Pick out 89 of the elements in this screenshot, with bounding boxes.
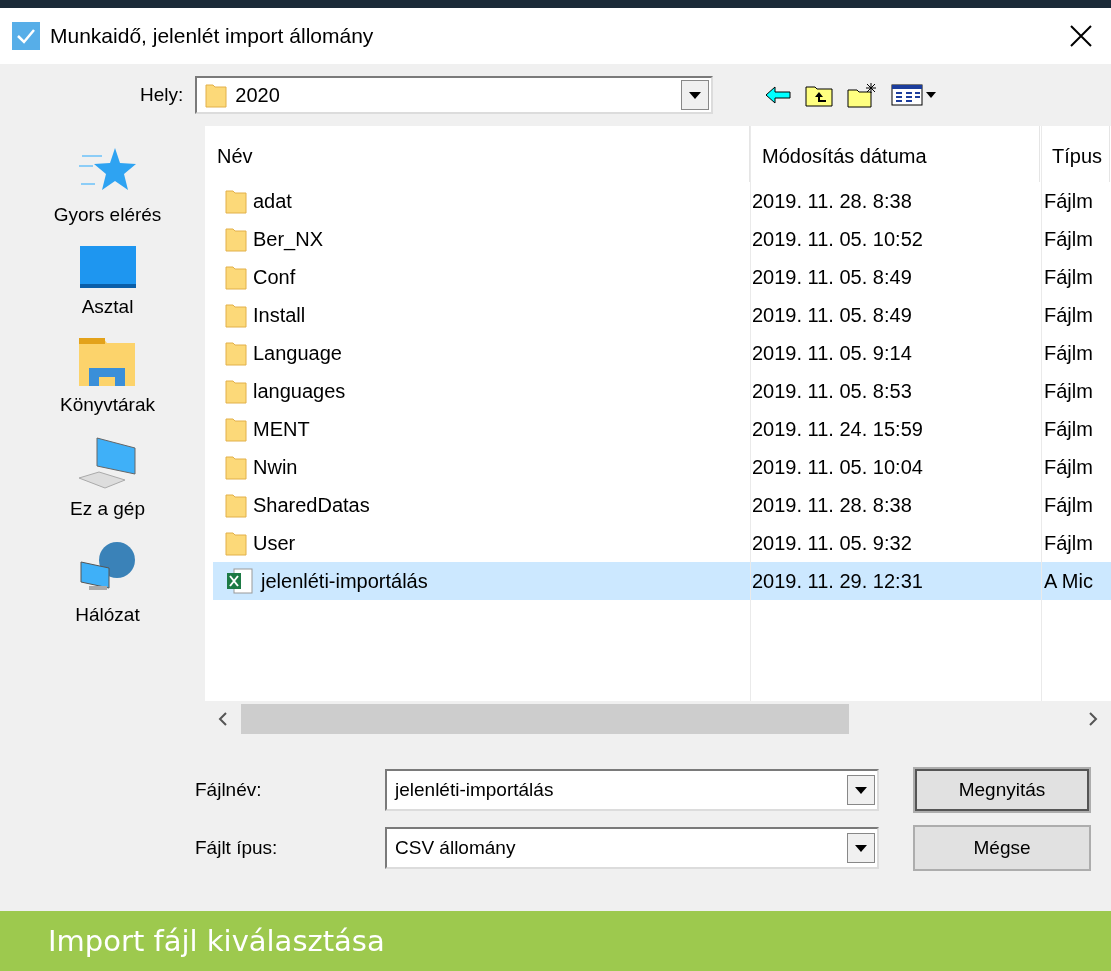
spreadsheet-file-icon [225,567,255,595]
folder-icon [225,530,247,556]
dropdown-arrow-icon [855,844,867,852]
desktop-icon [79,246,136,288]
dropdown-arrow-icon [855,786,867,794]
column-header[interactable]: Név [205,126,750,182]
file-name: User [253,531,296,555]
file-type: Fájlm [1043,227,1094,251]
sidebar-item[interactable]: Hálózat [75,540,140,626]
file-date: 2019. 11. 05. 9:32 [751,531,913,555]
file-type: Fájlm [1043,303,1094,327]
location-dropdown[interactable]: 2020 [195,76,714,114]
up-folder-icon[interactable] [805,83,834,107]
sidebar-item[interactable]: Gyors elérés [53,146,162,226]
file-date: 2019. 11. 05. 10:52 [751,227,924,251]
file-date: 2019. 11. 05. 8:49 [751,265,913,289]
file-row[interactable]: Nwin 2019. 11. 05. 10:04 Fájlm [213,448,1111,486]
file-name: adat [253,189,292,213]
file-row[interactable]: Language 2019. 11. 05. 9:14 Fájlm [213,334,1111,372]
dropdown-arrow-icon [689,91,702,99]
location-label: Hely: [140,84,184,106]
file-type: Fájlm [1043,531,1094,555]
computer-icon [76,436,139,490]
file-name: Conf [253,265,296,289]
file-row[interactable]: MENT 2019. 11. 24. 15:59 Fájlm [213,410,1111,448]
file-type: Fájlm [1043,379,1094,403]
caption-text: Import fájl kiválasztása [48,924,385,958]
new-folder-icon[interactable] [847,82,878,108]
file-row[interactable]: adat 2019. 11. 28. 8:38 Fájlm [213,182,1111,220]
file-row[interactable]: User 2019. 11. 05. 9:32 Fájlm [213,524,1111,562]
folder-icon [225,302,247,328]
folder-icon [205,82,228,108]
column-header[interactable]: Módosítás dátuma [750,126,1040,182]
folder-icon [225,340,247,366]
file-name: languages [253,379,346,403]
file-date: 2019. 11. 05. 9:14 [751,341,913,365]
file-row[interactable]: languages 2019. 11. 05. 8:53 Fájlm [213,372,1111,410]
filename-field[interactable]: jelenléti-importálás [385,769,879,811]
file-date: 2019. 11. 24. 15:59 [751,417,924,441]
file-name: Ber_NX [253,227,324,251]
column-header[interactable]: Típus [1040,126,1110,182]
folder-icon [225,226,247,252]
folder-icon [225,378,247,404]
file-type: Fájlm [1043,265,1094,289]
sidebar-item[interactable]: Ez a gép [70,436,145,520]
file-row[interactable]: Conf 2019. 11. 05. 8:49 Fájlm [213,258,1111,296]
file-type: A Mic [1043,569,1094,593]
library-folder-icon [79,338,136,386]
file-row[interactable]: Ber_NX 2019. 11. 05. 10:52 Fájlm [213,220,1111,258]
folder-icon [225,264,247,290]
file-name: MENT [253,417,310,441]
filetype-label: Fájlt ípus: [195,837,279,859]
back-arrow-icon[interactable] [765,86,792,104]
file-type: Fájlm [1043,189,1094,213]
file-date: 2019. 11. 28. 8:38 [751,493,913,517]
file-date: 2019. 11. 29. 12:31 [751,569,924,593]
close-icon [1070,25,1092,47]
sidebar-item[interactable]: Könyvtárak [59,338,155,416]
filetype-dropdown[interactable]: CSV állomány [385,827,879,869]
file-row[interactable]: Install 2019. 11. 05. 8:49 Fájlm [213,296,1111,334]
open-button[interactable]: Megnyitás [913,767,1091,813]
folder-icon [225,454,247,480]
cancel-button[interactable]: Mégse [913,825,1091,871]
folder-icon [225,492,247,518]
chevron-left-icon [218,711,228,727]
file-name: Install [253,303,306,327]
file-date: 2019. 11. 28. 8:38 [751,189,913,213]
file-row[interactable]: jelenléti-importálás 2019. 11. 29. 12:31 A Mic [213,562,1111,600]
sidebar-item[interactable]: Asztal [79,246,136,318]
folder-icon [225,188,247,214]
file-date: 2019. 11. 05. 10:04 [751,455,924,479]
scrollbar-thumb[interactable] [241,704,849,734]
filename-label: Fájlnév: [195,779,263,801]
checkmark-app-icon [12,22,40,50]
file-type: Fájlm [1043,493,1094,517]
file-type: Fájlm [1043,455,1094,479]
file-name: Nwin [253,455,298,479]
file-row[interactable]: SharedDatas 2019. 11. 28. 8:38 Fájlm [213,486,1111,524]
file-name: SharedDatas [253,493,370,517]
folder-icon [225,416,247,442]
file-date: 2019. 11. 05. 8:53 [751,379,913,403]
file-date: 2019. 11. 05. 8:49 [751,303,913,327]
file-type: Fájlm [1043,341,1094,365]
file-type: Fájlm [1043,417,1094,441]
chevron-right-icon [1088,711,1098,727]
window-title: Munkaidő, jelenlét import állomány [50,24,375,48]
file-name: Language [253,341,342,365]
view-menu-icon[interactable] [891,83,938,107]
file-name: jelenléti-importálás [261,569,428,593]
